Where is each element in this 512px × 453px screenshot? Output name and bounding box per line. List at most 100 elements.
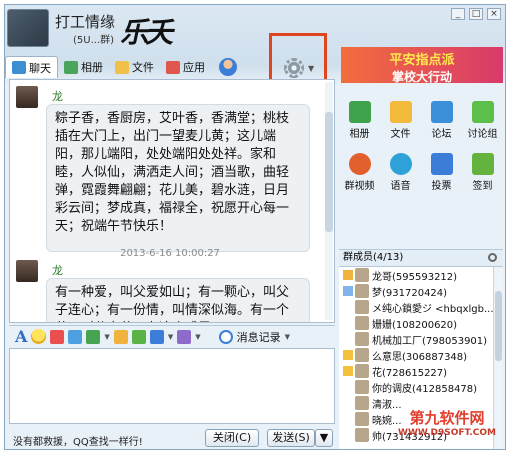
minimize-button[interactable]: _ <box>451 8 465 20</box>
note-icon[interactable] <box>68 329 83 344</box>
app-label: 讨论组 <box>467 129 498 140</box>
member-name: 你的调皮(412858478) <box>372 383 478 395</box>
app-checkin[interactable]: 签到 <box>462 149 503 197</box>
apps-icon <box>166 60 180 74</box>
member-name: 花(728615227) <box>372 367 448 379</box>
chevron-down-icon[interactable]: ▼ <box>104 333 109 341</box>
member-item[interactable]: メ纯心鎖愛ジ <hbqxlgb... <box>339 299 493 315</box>
folder-icon <box>389 101 412 123</box>
member-item[interactable]: 么意思(306887348) <box>339 347 493 363</box>
chat-history[interactable]: 龙哥 粽子香，香厨房，艾叶香，香满堂；桃枝插在大门上，出门一望麦儿黄；这儿端阳，… <box>9 79 335 323</box>
members-count: 群成员(4/13) <box>343 252 404 263</box>
chat-scrollbar[interactable] <box>325 82 333 320</box>
input-toolbar: A ▼ ▼ ▼ 消息记录 ▼ <box>9 325 335 347</box>
app-voice[interactable]: 语音 <box>380 149 421 197</box>
member-name: 么意思(306887348) <box>372 351 468 363</box>
screenshot-icon[interactable] <box>113 329 128 344</box>
send-button[interactable]: 发送(S) <box>267 429 315 447</box>
avatar[interactable] <box>16 260 38 282</box>
emoji-icon[interactable] <box>31 329 47 344</box>
star-icon <box>343 366 353 376</box>
site-watermark: 第九软件网 WWW.D9SOFT.COM <box>395 407 499 439</box>
tab-apps[interactable]: 应用 <box>160 56 211 78</box>
app-forum[interactable]: 论坛 <box>421 97 462 145</box>
app-label: 群视频 <box>344 181 375 192</box>
message-bubble: 有一种爱，叫父爱如山；有一颗心，叫父子连心；有一份情，叫情深似海。有一个节，叫父… <box>46 278 310 322</box>
avatar <box>355 316 369 330</box>
avatar[interactable] <box>16 86 38 108</box>
message-history-button[interactable]: 消息记录 ▼ <box>218 329 290 345</box>
more-tools-icon[interactable] <box>177 329 192 344</box>
app-vote[interactable]: 投票 <box>421 149 462 197</box>
tab-chat[interactable]: 聊天 <box>5 56 58 78</box>
vote-icon <box>430 153 453 175</box>
avatar <box>355 268 369 282</box>
avatar <box>355 284 369 298</box>
chevron-down-icon: ▼ <box>284 332 290 341</box>
close-button[interactable]: 关闭(C) <box>205 429 259 447</box>
member-item[interactable]: 花(728615227) <box>339 363 493 379</box>
voice-icon <box>389 153 412 175</box>
tab-album-label: 相册 <box>81 61 103 74</box>
window-controls: _ □ × <box>451 8 501 20</box>
avatar <box>355 348 369 362</box>
gear-icon[interactable] <box>284 58 304 78</box>
avatar <box>355 380 369 394</box>
tab-album[interactable]: 相册 <box>58 56 109 78</box>
tab-files-label: 文件 <box>132 61 154 74</box>
album-icon <box>348 101 371 123</box>
chat-scroll-thumb[interactable] <box>325 112 333 232</box>
owner-icon <box>343 270 353 280</box>
app-album[interactable]: 相册 <box>339 97 380 145</box>
ad-line-1: 平安指点派 <box>389 53 455 68</box>
member-name: 梦(931720424) <box>372 287 448 299</box>
member-item[interactable]: 机械加工厂(798053901) <box>339 331 493 347</box>
group-avatar[interactable] <box>7 9 49 47</box>
image-icon[interactable] <box>86 329 101 344</box>
ad-banner[interactable]: 平安指点派 掌校大行动 <box>341 47 503 84</box>
member-item[interactable]: 龙哥(595593212) <box>339 267 493 283</box>
tab-files[interactable]: 文件 <box>109 56 160 78</box>
maximize-button[interactable]: □ <box>469 8 483 20</box>
avatar <box>355 396 369 410</box>
member-manage-icon[interactable] <box>219 58 237 76</box>
bottom-ad-link[interactable]: 没有都救援，QQ查找一样行! <box>13 433 143 448</box>
member-item[interactable]: 你的调皮(412858478) <box>339 379 493 395</box>
app-files[interactable]: 文件 <box>380 97 421 145</box>
clock-icon <box>218 329 233 344</box>
music-icon[interactable] <box>131 329 146 344</box>
member-name: 机械加工厂(798053901) <box>372 335 488 347</box>
folder-icon <box>115 60 129 74</box>
app-label: 签到 <box>472 181 493 192</box>
video-icon <box>348 153 371 175</box>
chevron-down-icon[interactable]: ▼ <box>168 333 173 341</box>
app-discussion[interactable]: 讨论组 <box>462 97 503 145</box>
message-timestamp: 2013-6-16 10:00:27 <box>120 248 220 259</box>
member-scroll-thumb[interactable] <box>495 291 502 361</box>
app-label: 论坛 <box>431 129 452 140</box>
gift-icon[interactable] <box>50 329 65 344</box>
qq-group-chat-window: 打工情缘 (5U...群) 乐夭 _ □ × 聊天 相册 文件 应用 ▼ 平安指… <box>4 4 506 450</box>
search-icon[interactable] <box>488 253 497 262</box>
app-label: 相册 <box>349 129 370 140</box>
avatar <box>355 364 369 378</box>
avatar <box>355 332 369 346</box>
app-group-video[interactable]: 群视频 <box>339 149 380 197</box>
watermark-line-1: 第九软件网 <box>409 409 485 427</box>
star-icon <box>343 350 353 360</box>
avatar <box>355 428 369 442</box>
app-label: 语音 <box>390 181 411 192</box>
ad-line-2: 掌校大行动 <box>391 70 452 84</box>
member-name: メ纯心鎖愛ジ <hbqxlgb... <box>372 303 493 315</box>
member-item[interactable]: 梦(931720424) <box>339 283 493 299</box>
member-item[interactable]: 姗姗(108200620) <box>339 315 493 331</box>
send-options-button[interactable]: ▼ <box>315 429 333 447</box>
shake-icon[interactable] <box>149 329 164 344</box>
group-title: 打工情缘 <box>55 13 116 31</box>
chevron-down-icon[interactable]: ▼ <box>308 64 314 73</box>
font-icon[interactable]: A <box>15 327 27 346</box>
close-window-button[interactable]: × <box>487 8 501 20</box>
message-input[interactable] <box>9 348 335 424</box>
chevron-down-icon[interactable]: ▼ <box>195 333 200 341</box>
app-label: 文件 <box>390 129 411 140</box>
